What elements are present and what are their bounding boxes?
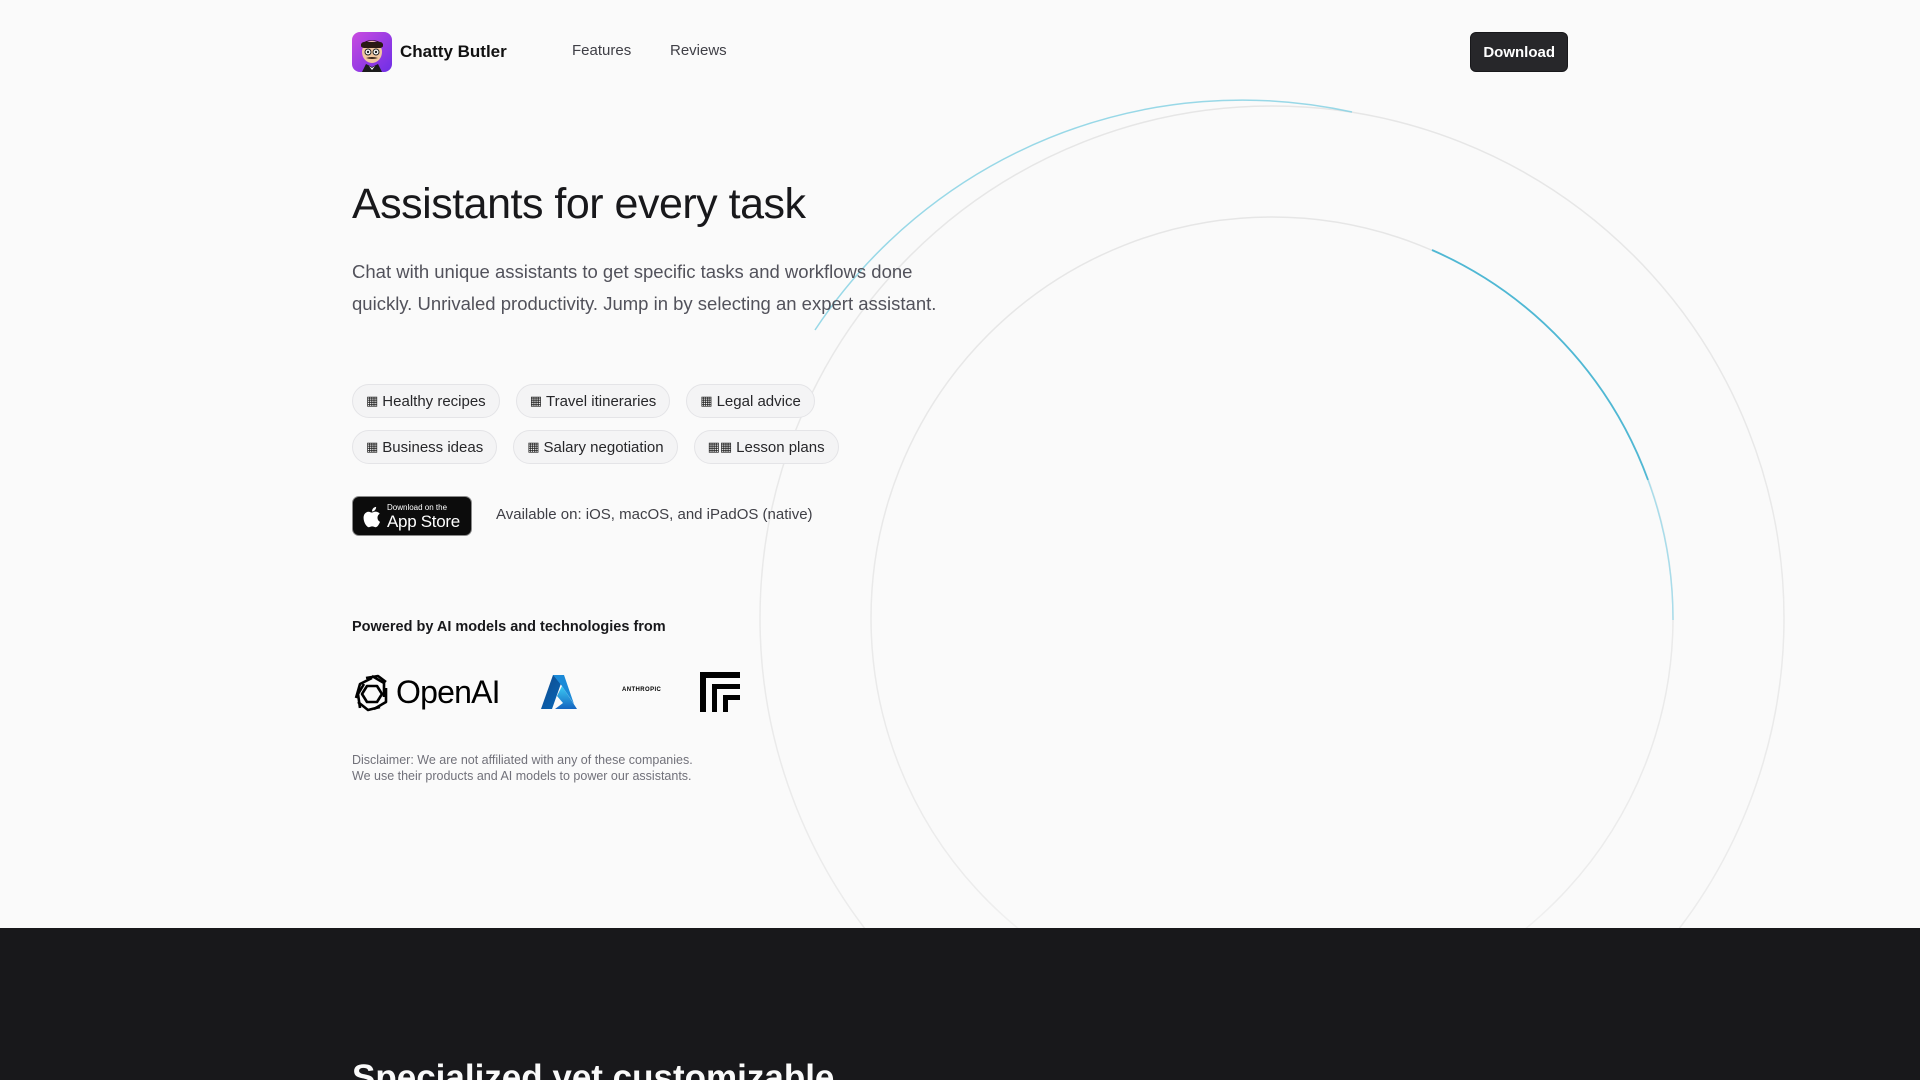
chip-emoji-icon: ▦ xyxy=(527,439,540,455)
chip-emoji-icon: ▦ xyxy=(529,393,542,409)
apple-icon xyxy=(363,506,380,528)
landing-page: Chatty Butler Features Reviews Download … xyxy=(0,0,1920,1080)
top-nav: Chatty Butler Features Reviews Download xyxy=(352,32,1568,72)
openai-icon xyxy=(354,674,388,712)
features-section: Specialized yet customizable xyxy=(0,928,1920,1080)
anthropic-wordmark: ANTHROPIC xyxy=(622,687,662,693)
azure-icon xyxy=(541,675,577,709)
openai-logo: OpenAI xyxy=(352,672,501,712)
chip-row: ▦ Healthy recipes ▦ Travel itineraries ▦… xyxy=(352,384,912,418)
chip-emoji-icon: ▦ xyxy=(700,393,713,409)
chip-salary-negotiation[interactable]: ▦ Salary negotiation xyxy=(513,430,678,464)
brand-name: Chatty Butler xyxy=(400,42,507,61)
decorative-rings xyxy=(759,99,1785,928)
chip-label: Business ideas xyxy=(382,438,484,456)
app-store-small-text: Download on the xyxy=(387,503,448,512)
chip-row: ▦ Business ideas ▦ Salary negotiation ▦▦… xyxy=(352,430,912,464)
disclaimer-line: We use their products and AI models to p… xyxy=(352,769,692,783)
chip-legal-advice[interactable]: ▦ Legal advice xyxy=(686,384,815,418)
openai-wordmark: OpenAI xyxy=(396,673,501,710)
section-title: Specialized yet customizable xyxy=(352,1058,835,1080)
app-store-big-text: App Store xyxy=(387,512,460,531)
chip-emoji-icon: ▦ xyxy=(366,439,379,455)
disclaimer-line: Disclaimer: We are not affiliated with a… xyxy=(352,753,693,767)
chip-healthy-recipes[interactable]: ▦ Healthy recipes xyxy=(352,384,500,418)
download-button[interactable]: Download xyxy=(1470,32,1568,72)
replicate-icon xyxy=(700,672,740,712)
chip-emoji-icon: ▦▦ xyxy=(707,439,733,455)
chip-travel-itineraries[interactable]: ▦ Travel itineraries xyxy=(515,384,671,418)
brand[interactable]: Chatty Butler xyxy=(352,32,507,72)
chip-label: Salary negotiation xyxy=(543,438,664,456)
hero-description: Chat with unique assistants to get speci… xyxy=(352,261,937,314)
butler-logo-icon xyxy=(352,32,392,72)
available-platforms: Available on: iOS, macOS, and iPadOS (na… xyxy=(496,506,813,523)
chip-label: Healthy recipes xyxy=(382,392,486,410)
hero-title: Assistants for every task xyxy=(352,180,806,228)
app-store-badge[interactable]: Download on the App Store xyxy=(352,496,472,536)
chip-lesson-plans[interactable]: ▦▦ Lesson plans xyxy=(693,430,839,464)
assistant-chips: ▦ Healthy recipes ▦ Travel itineraries ▦… xyxy=(352,384,912,476)
partner-logos: OpenAI ANTHROPIC xyxy=(352,670,752,714)
chip-business-ideas[interactable]: ▦ Business ideas xyxy=(352,430,498,464)
chip-label: Lesson plans xyxy=(736,438,825,456)
powered-by-heading: Powered by AI models and technologies fr… xyxy=(352,619,666,635)
chip-label: Travel itineraries xyxy=(545,392,657,410)
chip-emoji-icon: ▦ xyxy=(366,393,379,409)
nav-link-features[interactable]: Features xyxy=(572,42,631,59)
nav-link-reviews[interactable]: Reviews xyxy=(670,42,727,59)
disclaimer: Disclaimer: We are not affiliated with a… xyxy=(352,752,693,784)
chip-label: Legal advice xyxy=(716,392,801,410)
